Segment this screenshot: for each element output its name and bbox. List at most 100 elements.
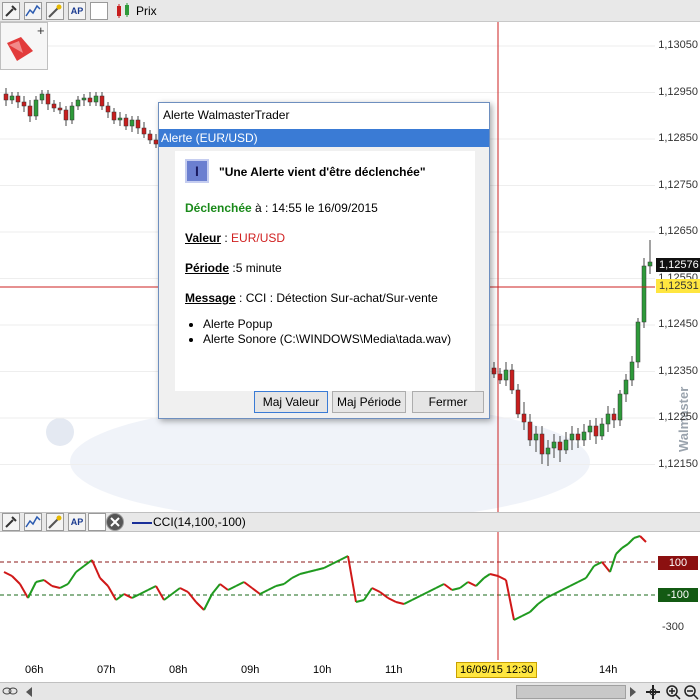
candle [551, 441, 557, 449]
cci-segment [395, 601, 405, 605]
cci-segment [371, 587, 381, 593]
close-button[interactable]: Fermer [412, 391, 484, 413]
list-item: Alerte Sonore (C:\WINDOWS\Media\tada.wav… [203, 332, 451, 347]
cci-segment [19, 583, 29, 599]
cci-segment [107, 585, 117, 601]
candle [581, 431, 587, 441]
cci-segment [267, 585, 277, 591]
cci-segment [187, 591, 197, 603]
line-chart-icon[interactable] [24, 513, 42, 531]
cci-segment [601, 561, 611, 573]
cci-segment [51, 585, 61, 589]
crosshair-time-label: 16/09/15 12:30 [456, 662, 538, 678]
zoom-in-icon[interactable] [665, 684, 681, 700]
candle [21, 101, 27, 107]
horizontal-scrollbar[interactable] [0, 682, 700, 700]
value-row: Valeur : EUR/USD [185, 231, 286, 245]
scroll-thumb[interactable] [516, 685, 626, 699]
alert-tool-box[interactable]: + [0, 22, 48, 70]
candle [515, 389, 521, 415]
wand-icon[interactable] [46, 2, 64, 20]
lower-level-label: -100 [658, 588, 698, 602]
cci-segment [75, 565, 85, 573]
cci-segment [435, 583, 445, 589]
current-price-label: 1,12576 [656, 258, 700, 272]
scroll-right-icon[interactable] [628, 686, 638, 698]
cci-segment [475, 577, 485, 587]
time-tick-label: 11h [385, 664, 403, 676]
cci-segment [621, 543, 629, 549]
candle [69, 105, 75, 121]
update-value-button[interactable]: Maj Valeur [254, 391, 328, 413]
cci-segment [35, 579, 45, 583]
cci-segment [179, 587, 189, 593]
price-tick-label: 1,12150 [658, 457, 698, 470]
cci-segment [615, 547, 623, 555]
candle [135, 119, 141, 129]
message-value: : CCI : Détection Sur-achat/Sur-vente [235, 291, 438, 305]
cci-segment [275, 583, 285, 587]
dialog-title[interactable]: Alerte WalmasterTrader [159, 103, 489, 129]
square-icon[interactable] [88, 513, 106, 531]
cci-segment [227, 585, 237, 591]
list-item: Alerte Popup [203, 317, 451, 332]
close-icon[interactable] [106, 513, 124, 531]
square-icon[interactable] [90, 2, 108, 20]
time-axis: 06h 07h 08h 09h 10h 11h 14h 16/09/15 12:30 [0, 660, 700, 682]
cci-segment [403, 599, 413, 605]
candle [141, 127, 147, 135]
cci-segment [467, 581, 477, 587]
wrench-icon[interactable] [2, 2, 20, 20]
cci-segment [521, 611, 531, 617]
candle [87, 97, 93, 103]
cci-chart[interactable] [0, 532, 700, 660]
candle [81, 97, 87, 101]
wrench-icon[interactable] [2, 513, 20, 531]
message-row: Message : CCI : Détection Sur-achat/Sur-… [185, 291, 438, 305]
zoom-out-icon[interactable] [683, 684, 699, 700]
period-value: :5 minute [232, 261, 282, 275]
move-icon[interactable] [645, 684, 661, 700]
period-row: Période :5 minute [185, 261, 282, 275]
update-period-button[interactable]: Maj Période [332, 391, 406, 413]
scroll-left-icon[interactable] [24, 686, 34, 698]
ap-icon[interactable]: AP [68, 2, 86, 20]
price-tick-label: 1,12950 [658, 85, 698, 98]
cci-segment [459, 581, 469, 589]
series-swatch [132, 522, 152, 524]
candle [497, 373, 503, 381]
cci-segment [577, 577, 587, 583]
cci-segment [537, 597, 547, 605]
cci-segment [553, 589, 563, 595]
line-chart-icon[interactable] [24, 2, 42, 20]
candle [569, 433, 575, 441]
watermark-globe [46, 418, 74, 446]
cci-segment [219, 583, 229, 591]
candle-icon[interactable] [114, 2, 132, 20]
time-tick-label: 10h [313, 664, 332, 676]
time-tick-label: 07h [97, 664, 116, 676]
candle [593, 425, 599, 437]
candle [629, 361, 635, 381]
cci-segment [291, 573, 301, 579]
ap-icon[interactable]: AP [68, 513, 86, 531]
link-icon[interactable] [2, 685, 18, 698]
value-value: EUR/USD [231, 231, 286, 245]
candle [611, 413, 617, 421]
alert-dialog: Alerte WalmasterTrader Alerte (EUR/USD) … [158, 102, 490, 419]
triggered-value: à : 14:55 le 16/09/2015 [251, 201, 378, 215]
candle [557, 441, 563, 451]
cci-segment [443, 583, 453, 591]
cci-segment [427, 587, 437, 593]
cci-segment [483, 573, 491, 579]
candle [599, 423, 605, 437]
candle [539, 433, 545, 455]
cci-segment [155, 585, 165, 601]
candle [491, 367, 497, 375]
cci-segment [627, 537, 635, 545]
cci-segment [339, 555, 349, 561]
time-tick-label: 09h [241, 664, 260, 676]
wand-icon[interactable] [46, 513, 64, 531]
alert-heading: "Une Alerte vient d'être déclenchée" [219, 165, 426, 179]
cci-segment [639, 535, 647, 543]
